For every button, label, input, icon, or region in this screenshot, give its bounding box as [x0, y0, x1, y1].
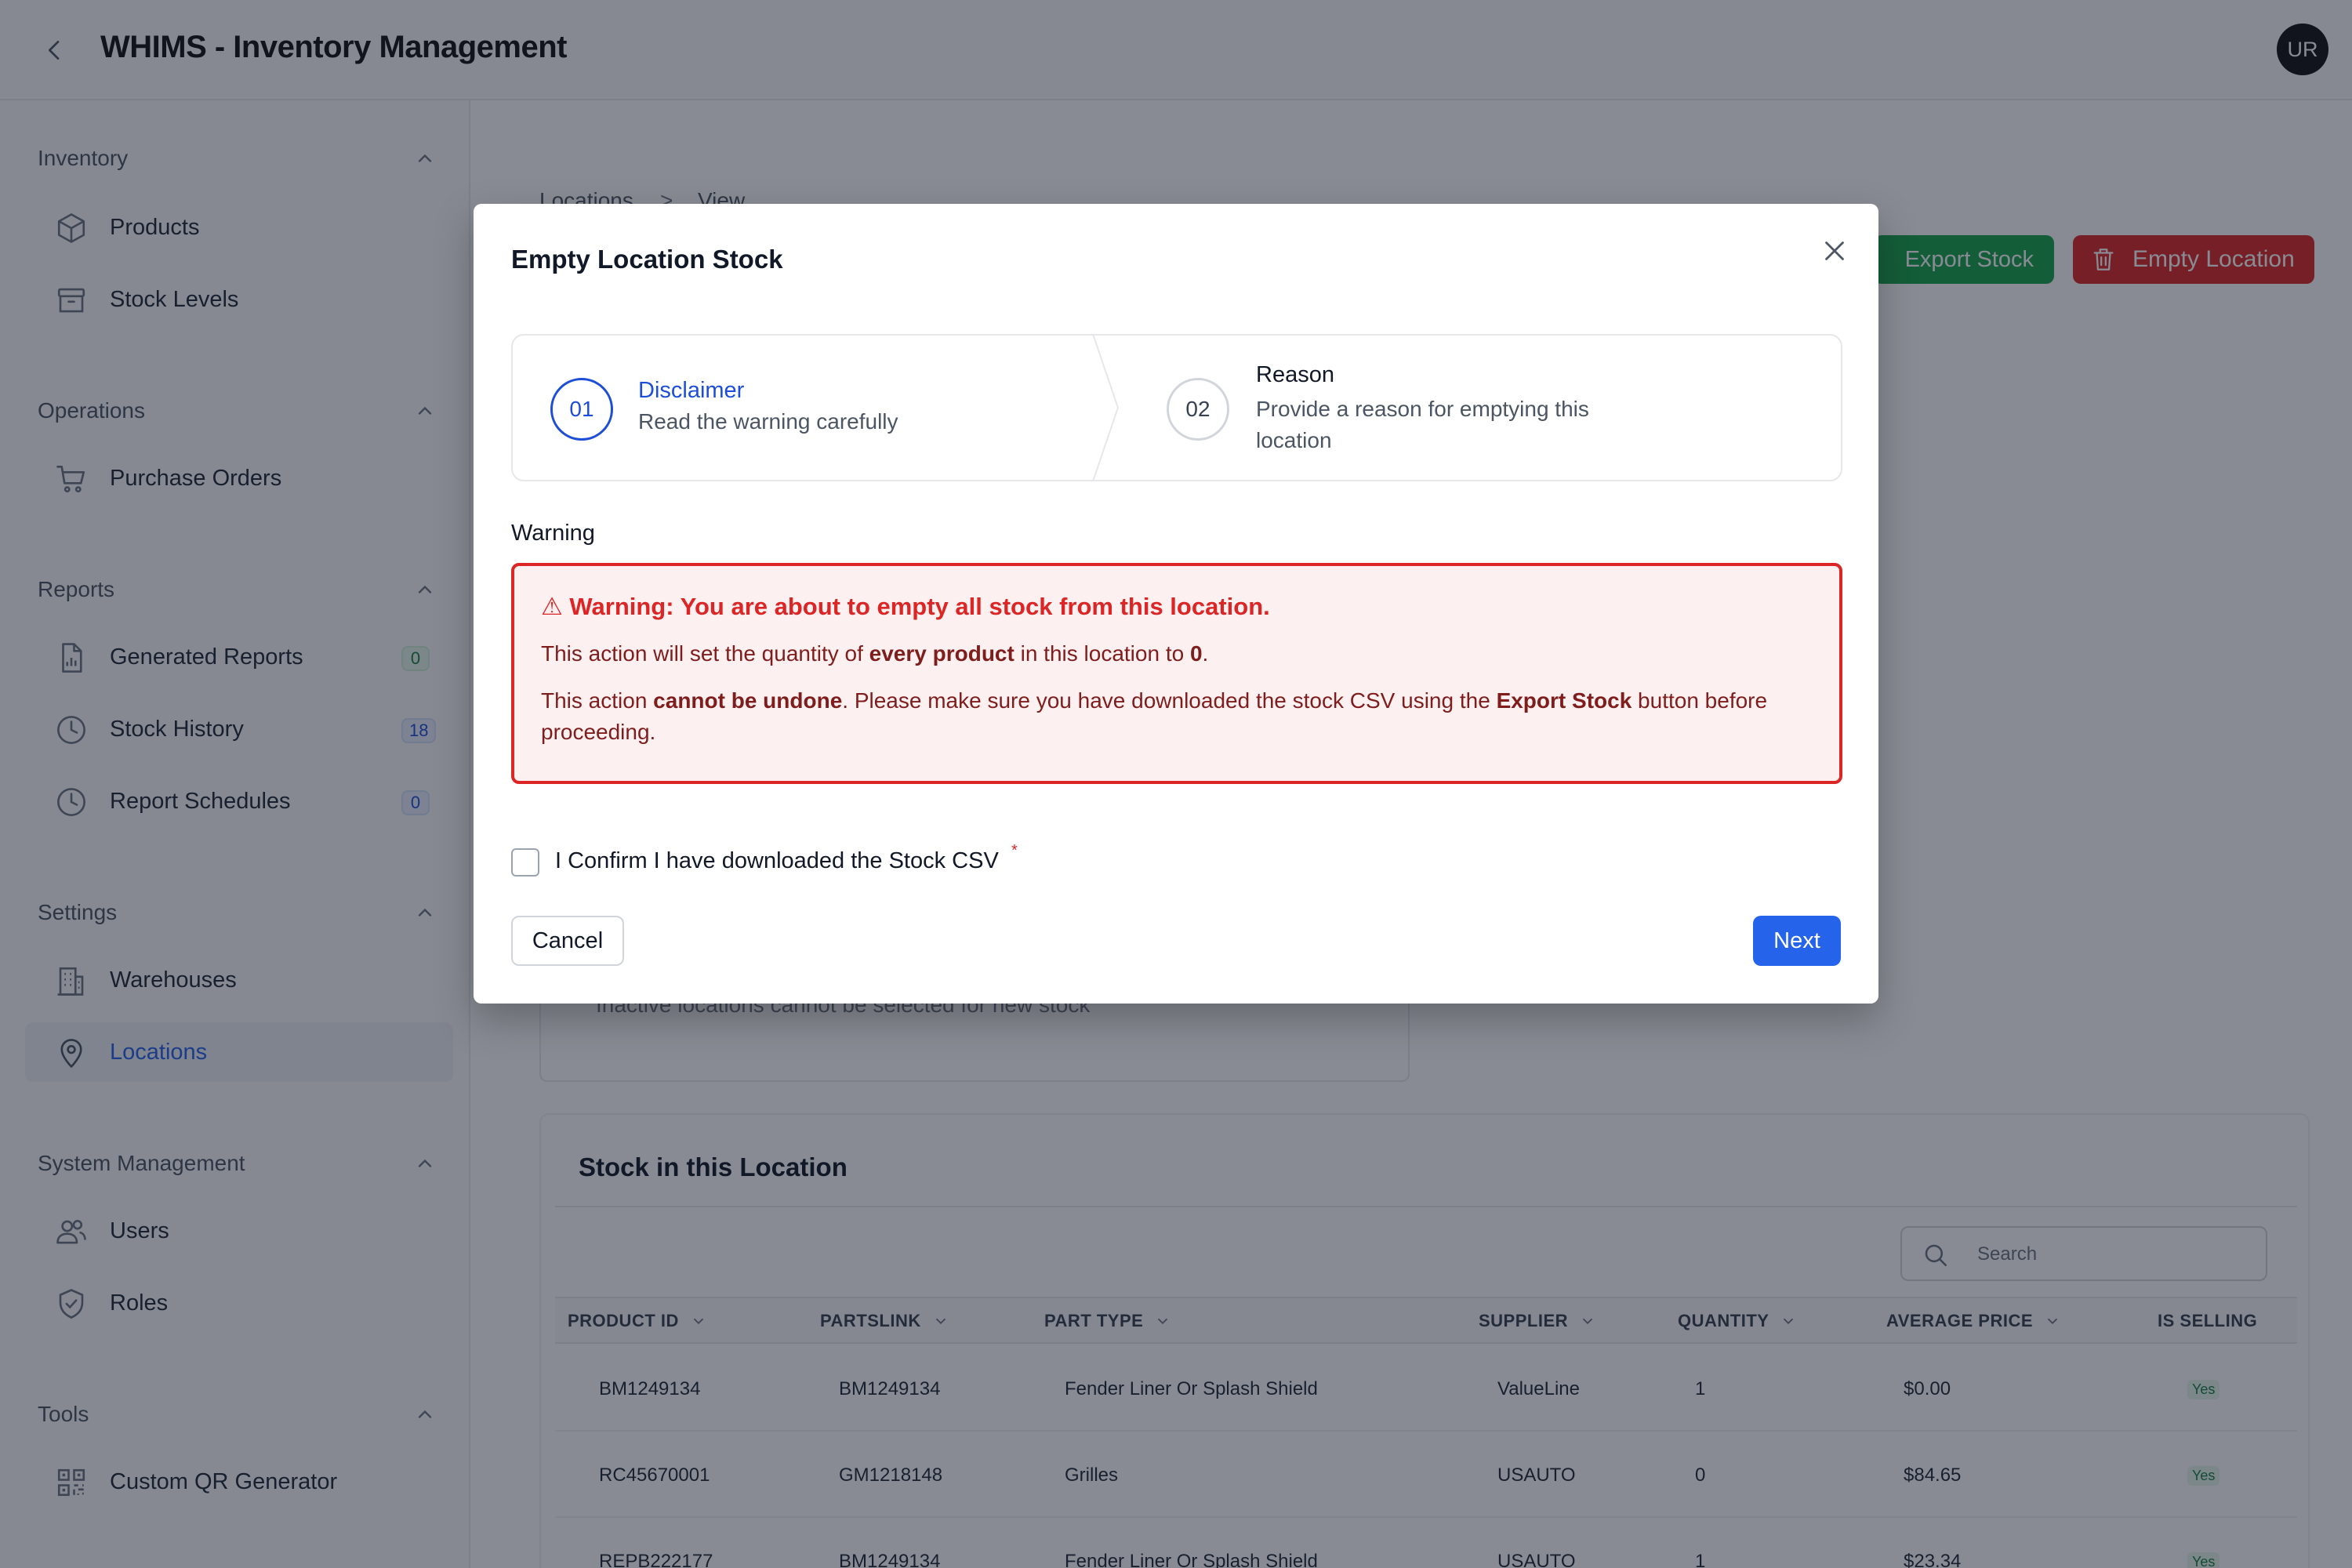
step-title: Reason: [1256, 362, 1334, 387]
confirm-label[interactable]: I Confirm I have downloaded the Stock CS…: [555, 848, 999, 874]
required-indicator: *: [1011, 842, 1018, 859]
confirm-checkbox[interactable]: [511, 848, 539, 877]
step-description: Read the warning carefully: [638, 409, 898, 434]
empty-location-modal: Empty Location Stock 01 Disclaimer Read …: [474, 204, 1878, 1004]
close-icon: [1825, 241, 1844, 260]
step-chevron-divider: [1093, 334, 1120, 481]
step-title: Disclaimer: [638, 378, 745, 403]
modal-title: Empty Location Stock: [511, 245, 783, 274]
stepper: 01 Disclaimer Read the warning carefully…: [511, 334, 1842, 481]
step-number: 01: [550, 378, 613, 441]
step-description: Provide a reason for emptying this locat…: [1256, 397, 1589, 452]
cancel-button[interactable]: Cancel: [511, 916, 624, 966]
warning-heading: ⚠ Warning: You are about to empty all st…: [541, 593, 1270, 620]
next-button[interactable]: Next: [1753, 916, 1841, 966]
close-button[interactable]: [1816, 232, 1853, 270]
warning-line-1: This action will set the quantity of eve…: [541, 641, 1209, 666]
warning-box: ⚠ Warning: You are about to empty all st…: [511, 563, 1842, 784]
warning-line-2: This action cannot be undone. Please mak…: [541, 688, 1768, 744]
step-number: 02: [1167, 378, 1229, 441]
warning-label: Warning: [511, 521, 595, 546]
